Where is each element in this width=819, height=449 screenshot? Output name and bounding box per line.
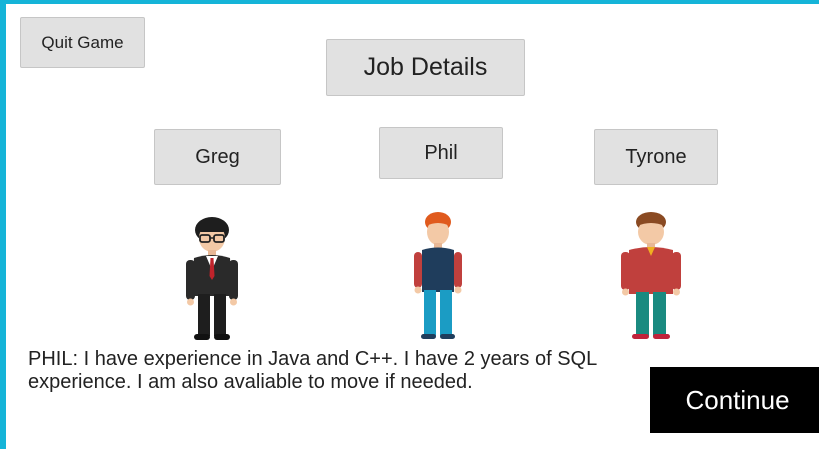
candidate-button-phil[interactable]: Phil (379, 127, 503, 179)
continue-button[interactable]: Continue (650, 367, 819, 433)
dialogue-text: PHIL: I have experience in Java and C++.… (28, 348, 597, 393)
candidate-button-tyrone[interactable]: Tyrone (594, 129, 718, 185)
businessman-avatar-icon (186, 217, 238, 340)
job-details-button[interactable]: Job Details (326, 39, 525, 96)
quit-game-button[interactable]: Quit Game (20, 17, 145, 68)
game-screen: Quit Game Job Details Greg Phil Tyrone P… (6, 4, 819, 449)
sweater-man-avatar-icon (621, 212, 681, 339)
casual-man-avatar-icon (414, 212, 462, 339)
candidate-button-greg[interactable]: Greg (154, 129, 281, 185)
